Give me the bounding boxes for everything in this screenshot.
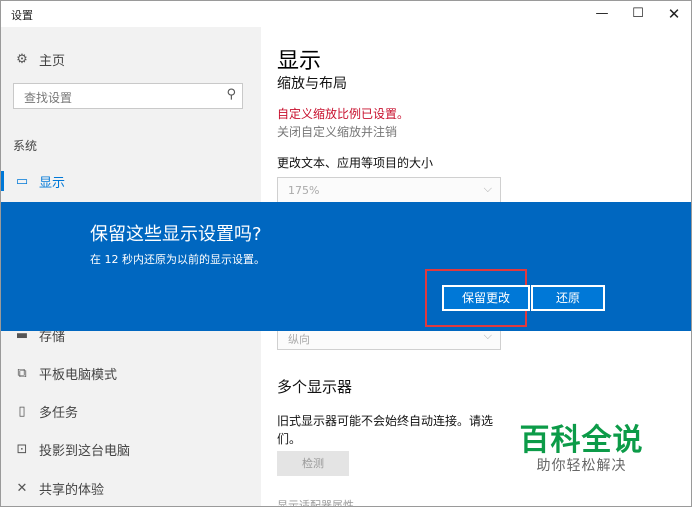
section-label: 系统 — [13, 139, 38, 153]
multiple-displays-line-1: 旧式显示器可能不会始终自动连接。请选 — [277, 414, 494, 428]
page-title: 显示 — [277, 49, 322, 74]
watermark-subtitle: 助你轻松解决 — [536, 458, 627, 474]
adapter-properties-link[interactable]: 显示适配器属性 — [277, 497, 354, 506]
monitor-icon: ▭ — [15, 173, 29, 189]
watermark-title: 百科全说 — [519, 423, 644, 458]
scale-dropdown[interactable]: 175% ⌵ — [277, 177, 501, 203]
window-title: 设置 — [11, 9, 33, 22]
sidebar-item-label: 共享的体验 — [39, 482, 105, 498]
multiple-displays-heading: 多个显示器 — [277, 378, 353, 396]
multiple-displays-text: 旧式显示器可能不会始终自动连接。请选 们。 — [277, 412, 503, 448]
scale-label: 更改文本、应用等项目的大小 — [277, 156, 434, 170]
warning-text: 自定义缩放比例已设置。 — [277, 107, 410, 121]
settings-window: 设置 — ☐ ✕ ⚙ 主页 查找设置 ⚲ 系统 ▭ 显示 ▬ 存储 ⧉ 平板电脑… — [0, 0, 692, 507]
sidebar-item-label: 主页 — [39, 53, 66, 69]
scale-value: 175% — [288, 184, 320, 197]
minimize-button[interactable]: — — [583, 1, 621, 27]
orientation-value: 纵向 — [288, 333, 310, 346]
sidebar-item-label: 投影到这台电脑 — [39, 443, 131, 459]
dialog-countdown-text: 在 12 秒内还原为以前的显示设置。 — [90, 253, 265, 266]
multiple-displays-line-2: 们。 — [277, 432, 302, 446]
chevron-down-icon: ⌵ — [483, 182, 492, 195]
search-box[interactable]: 查找设置 ⚲ — [13, 83, 243, 109]
detect-button[interactable]: 检测 — [277, 451, 349, 476]
section-heading: 缩放与布局 — [277, 76, 347, 92]
search-input[interactable]: 查找设置 — [24, 89, 72, 106]
revert-button[interactable]: 还原 — [531, 285, 605, 311]
close-button[interactable]: ✕ — [655, 1, 691, 27]
sidebar-item-label: 多任务 — [39, 405, 79, 421]
dialog-title: 保留这些显示设置吗? — [90, 224, 262, 245]
multitask-icon: ▯ — [18, 403, 26, 419]
watermark: 百科全说 助你轻松解决 — [495, 399, 668, 483]
search-icon: ⚲ — [226, 87, 236, 102]
sidebar-item-tablet-mode[interactable]: ⧉ 平板电脑模式 — [13, 362, 117, 384]
tablet-icon: ⧉ — [17, 365, 27, 381]
sidebar-item-display[interactable]: ▭ 显示 — [13, 170, 65, 192]
sidebar-item-home[interactable]: ⚙ 主页 — [13, 48, 65, 70]
sidebar-item-multitasking[interactable]: ▯ 多任务 — [13, 400, 78, 422]
share-icon: ✕ — [16, 480, 28, 496]
keep-settings-dialog: 保留这些显示设置吗? 在 12 秒内还原为以前的显示设置。 保留更改 还原 — [1, 202, 691, 331]
sidebar-item-shared-experiences[interactable]: ✕ 共享的体验 — [13, 477, 104, 499]
selection-indicator — [1, 171, 4, 191]
project-icon: ⊡ — [16, 441, 28, 457]
disable-scaling-link[interactable]: 关闭自定义缩放并注销 — [277, 123, 397, 140]
gear-icon: ⚙ — [16, 51, 28, 67]
sidebar-item-label: 显示 — [39, 175, 66, 191]
sidebar-item-label: 平板电脑模式 — [39, 367, 118, 383]
chevron-down-icon: ⌵ — [483, 329, 492, 342]
maximize-button[interactable]: ☐ — [619, 1, 657, 27]
title-bar: 设置 — ☐ ✕ — [1, 1, 691, 27]
sidebar-item-projecting[interactable]: ⊡ 投影到这台电脑 — [13, 438, 130, 460]
keep-changes-button[interactable]: 保留更改 — [442, 285, 530, 311]
